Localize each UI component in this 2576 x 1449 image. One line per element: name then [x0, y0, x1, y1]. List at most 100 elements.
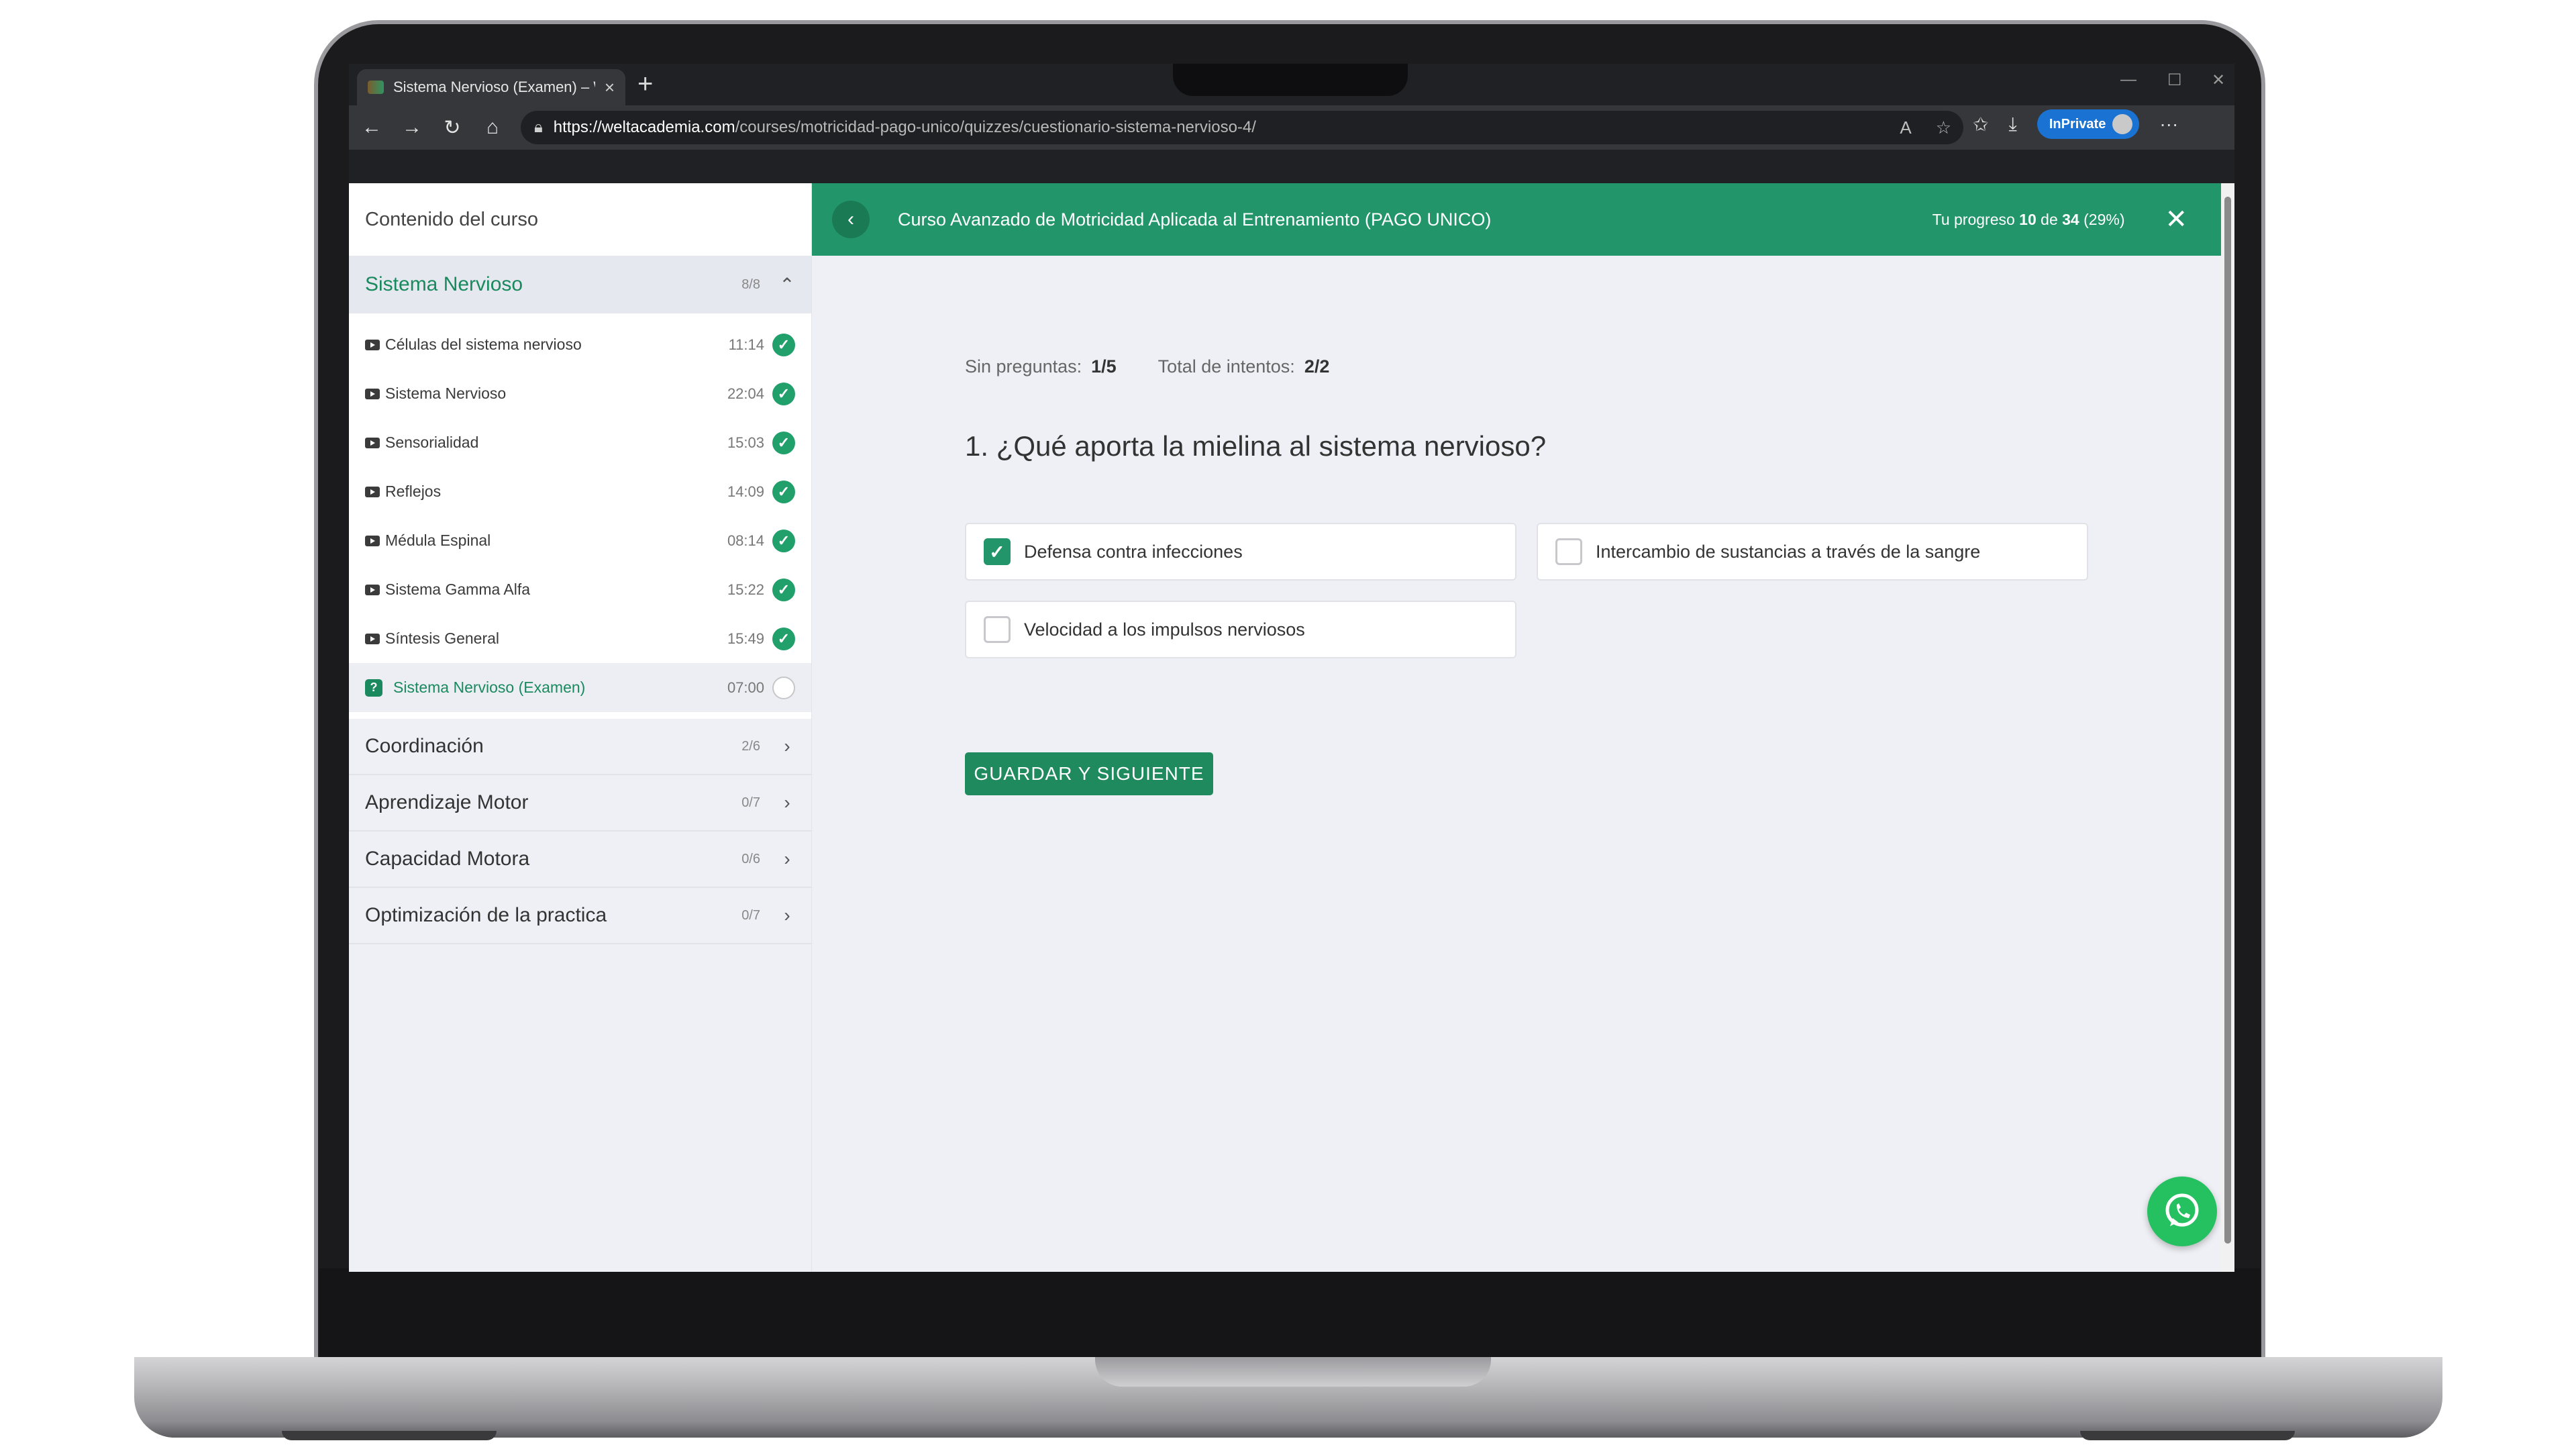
site-favicon-icon [368, 81, 384, 94]
chevron-up-icon: ⌃ [779, 274, 795, 295]
browser-tab[interactable]: Sistema Nervioso (Examen) – Wel × [357, 69, 625, 105]
more-menu-icon[interactable]: ··· [2159, 113, 2178, 135]
video-icon [365, 486, 380, 497]
camera-notch [1173, 64, 1408, 96]
answer-option[interactable]: Intercambio de sustancias a través de la… [1537, 523, 2088, 581]
incomplete-circle-icon [772, 676, 795, 699]
chevron-right-icon: › [784, 905, 790, 926]
lesson-label: Sensorialidad [385, 434, 479, 451]
video-icon [365, 339, 380, 350]
progress-prefix: Tu progreso [1932, 210, 2015, 228]
page-scrollbar[interactable] [2221, 183, 2234, 1272]
section-label: Aprendizaje Motor [365, 791, 529, 813]
completed-check-icon: ✓ [772, 529, 795, 552]
inprivate-badge[interactable]: InPrivate [2037, 109, 2140, 139]
lesson-label: Sistema Gamma Alfa [385, 581, 531, 598]
section-count: 0/6 [741, 851, 760, 866]
address-bar[interactable]: 🔒︎ https://weltacademia.com/courses/motr… [521, 111, 1963, 144]
quiz-panel: Sin preguntas: 1/5 Total de intentos: 2/… [812, 256, 2221, 1272]
url-domain: https://weltacademia.com [553, 118, 735, 136]
whatsapp-icon [2165, 1193, 2199, 1227]
read-aloud-icon[interactable]: A [1900, 117, 1911, 138]
course-sidebar: Contenido del curso Sistema Nervioso 8/8… [349, 183, 812, 1272]
new-tab-button[interactable]: + [637, 70, 653, 97]
progress-done: 10 [2019, 210, 2037, 228]
lesson-list: Células del sistema nervioso 11:14 ✓ Sis… [349, 313, 811, 719]
sidebar-section-optimizacion[interactable]: Optimización de la practica 0/7 › [349, 888, 811, 944]
scrollbar-thumb[interactable] [2224, 197, 2231, 1244]
video-icon [365, 437, 380, 448]
sidebar-section-coordinacion[interactable]: Coordinación 2/6 › [349, 719, 811, 775]
option-label: Velocidad a los impulsos nerviosos [1024, 619, 1305, 640]
lesson-item-active[interactable]: ? Sistema Nervioso (Examen) 07:00 [349, 663, 811, 712]
completed-check-icon: ✓ [772, 431, 795, 454]
favorite-star-icon[interactable]: ☆ [1936, 117, 1951, 138]
section-label: Capacidad Motora [365, 848, 530, 870]
lesson-time: 15:49 [727, 630, 764, 647]
url-path: /courses/motricidad-pago-unico/quizzes/c… [735, 118, 1256, 136]
lesson-label: Sistema Nervioso [385, 385, 507, 402]
lesson-time: 07:00 [727, 679, 764, 696]
lesson-label: Sistema Nervioso (Examen) [393, 679, 586, 696]
course-header-bar: ‹ Curso Avanzado de Motricidad Aplicada … [812, 183, 2221, 256]
lesson-item[interactable]: Células del sistema nervioso 11:14 ✓ [349, 320, 811, 369]
section-label: Coordinación [365, 735, 484, 757]
video-icon [365, 535, 380, 546]
progress-of: de [2041, 210, 2058, 228]
maximize-icon[interactable]: ☐ [2167, 70, 2182, 90]
laptop-bezel-bottom [319, 1268, 2260, 1362]
lesson-time: 14:09 [727, 483, 764, 500]
quiz-icon: ? [365, 679, 382, 697]
laptop-screen: Sistema Nervioso (Examen) – Wel × + — ☐ … [349, 64, 2234, 1272]
sidebar-section-aprendizaje-motor[interactable]: Aprendizaje Motor 0/7 › [349, 775, 811, 832]
lesson-item[interactable]: Síntesis General 15:49 ✓ [349, 614, 811, 663]
answer-option[interactable]: ✓ Defensa contra infecciones [965, 523, 1516, 581]
tab-close-icon[interactable]: × [605, 77, 615, 98]
questions-value: 1/5 [1091, 356, 1117, 377]
chevron-right-icon: › [784, 736, 790, 756]
webpage: Contenido del curso Sistema Nervioso 8/8… [349, 183, 2221, 1272]
attempts-value: 2/2 [1304, 356, 1330, 377]
chevron-right-icon: › [784, 848, 790, 869]
section-count: 0/7 [741, 795, 760, 810]
download-icon[interactable]: ⤓ [2008, 113, 2016, 136]
lesson-item[interactable]: Sensorialidad 15:03 ✓ [349, 418, 811, 467]
refresh-icon[interactable]: ↻ [432, 107, 472, 148]
whatsapp-button[interactable] [2147, 1177, 2217, 1246]
lesson-time: 15:22 [727, 581, 764, 598]
lesson-time: 15:03 [727, 434, 764, 451]
chevron-right-icon: › [784, 792, 790, 813]
section-count: 8/8 [741, 277, 760, 292]
save-next-button[interactable]: GUARDAR Y SIGUIENTE [965, 752, 1213, 795]
lesson-item[interactable]: Sistema Nervioso 22:04 ✓ [349, 369, 811, 418]
completed-check-icon: ✓ [772, 382, 795, 405]
close-icon[interactable]: ✕ [2165, 204, 2187, 235]
lesson-item[interactable]: Médula Espinal 08:14 ✓ [349, 516, 811, 565]
checkbox[interactable] [984, 616, 1011, 643]
sidebar-section-sistema-nervioso[interactable]: Sistema Nervioso 8/8 ⌃ [349, 256, 811, 313]
lesson-label: Reflejos [385, 483, 442, 500]
minimize-icon[interactable]: — [2120, 70, 2136, 89]
section-count: 2/6 [741, 738, 760, 754]
favorites-icon[interactable]: ✩ [1973, 113, 1988, 136]
sidebar-section-capacidad-motora[interactable]: Capacidad Motora 0/6 › [349, 832, 811, 888]
home-icon[interactable]: ⌂ [472, 107, 513, 148]
lesson-item[interactable]: Reflejos 14:09 ✓ [349, 467, 811, 516]
lesson-label: Médula Espinal [385, 532, 491, 549]
inprivate-label: InPrivate [2049, 116, 2106, 132]
checkbox[interactable] [1555, 538, 1582, 565]
questions-label: Sin preguntas: [965, 356, 1082, 377]
progress-percent: (29%) [2083, 210, 2125, 228]
forward-icon[interactable]: → [392, 107, 432, 148]
back-icon[interactable]: ← [352, 107, 392, 148]
lesson-label: Síntesis General [385, 630, 500, 647]
answer-option[interactable]: Velocidad a los impulsos nerviosos [965, 601, 1516, 658]
chevron-left-icon[interactable]: ‹ [832, 201, 870, 238]
section-count: 0/7 [741, 907, 760, 923]
video-icon [365, 584, 380, 595]
video-icon [365, 388, 380, 399]
window-close-icon[interactable]: ✕ [2212, 70, 2225, 90]
lesson-item[interactable]: Sistema Gamma Alfa 15:22 ✓ [349, 565, 811, 614]
checkbox-checked[interactable]: ✓ [984, 538, 1011, 565]
lock-icon[interactable]: 🔒︎ [534, 118, 543, 137]
